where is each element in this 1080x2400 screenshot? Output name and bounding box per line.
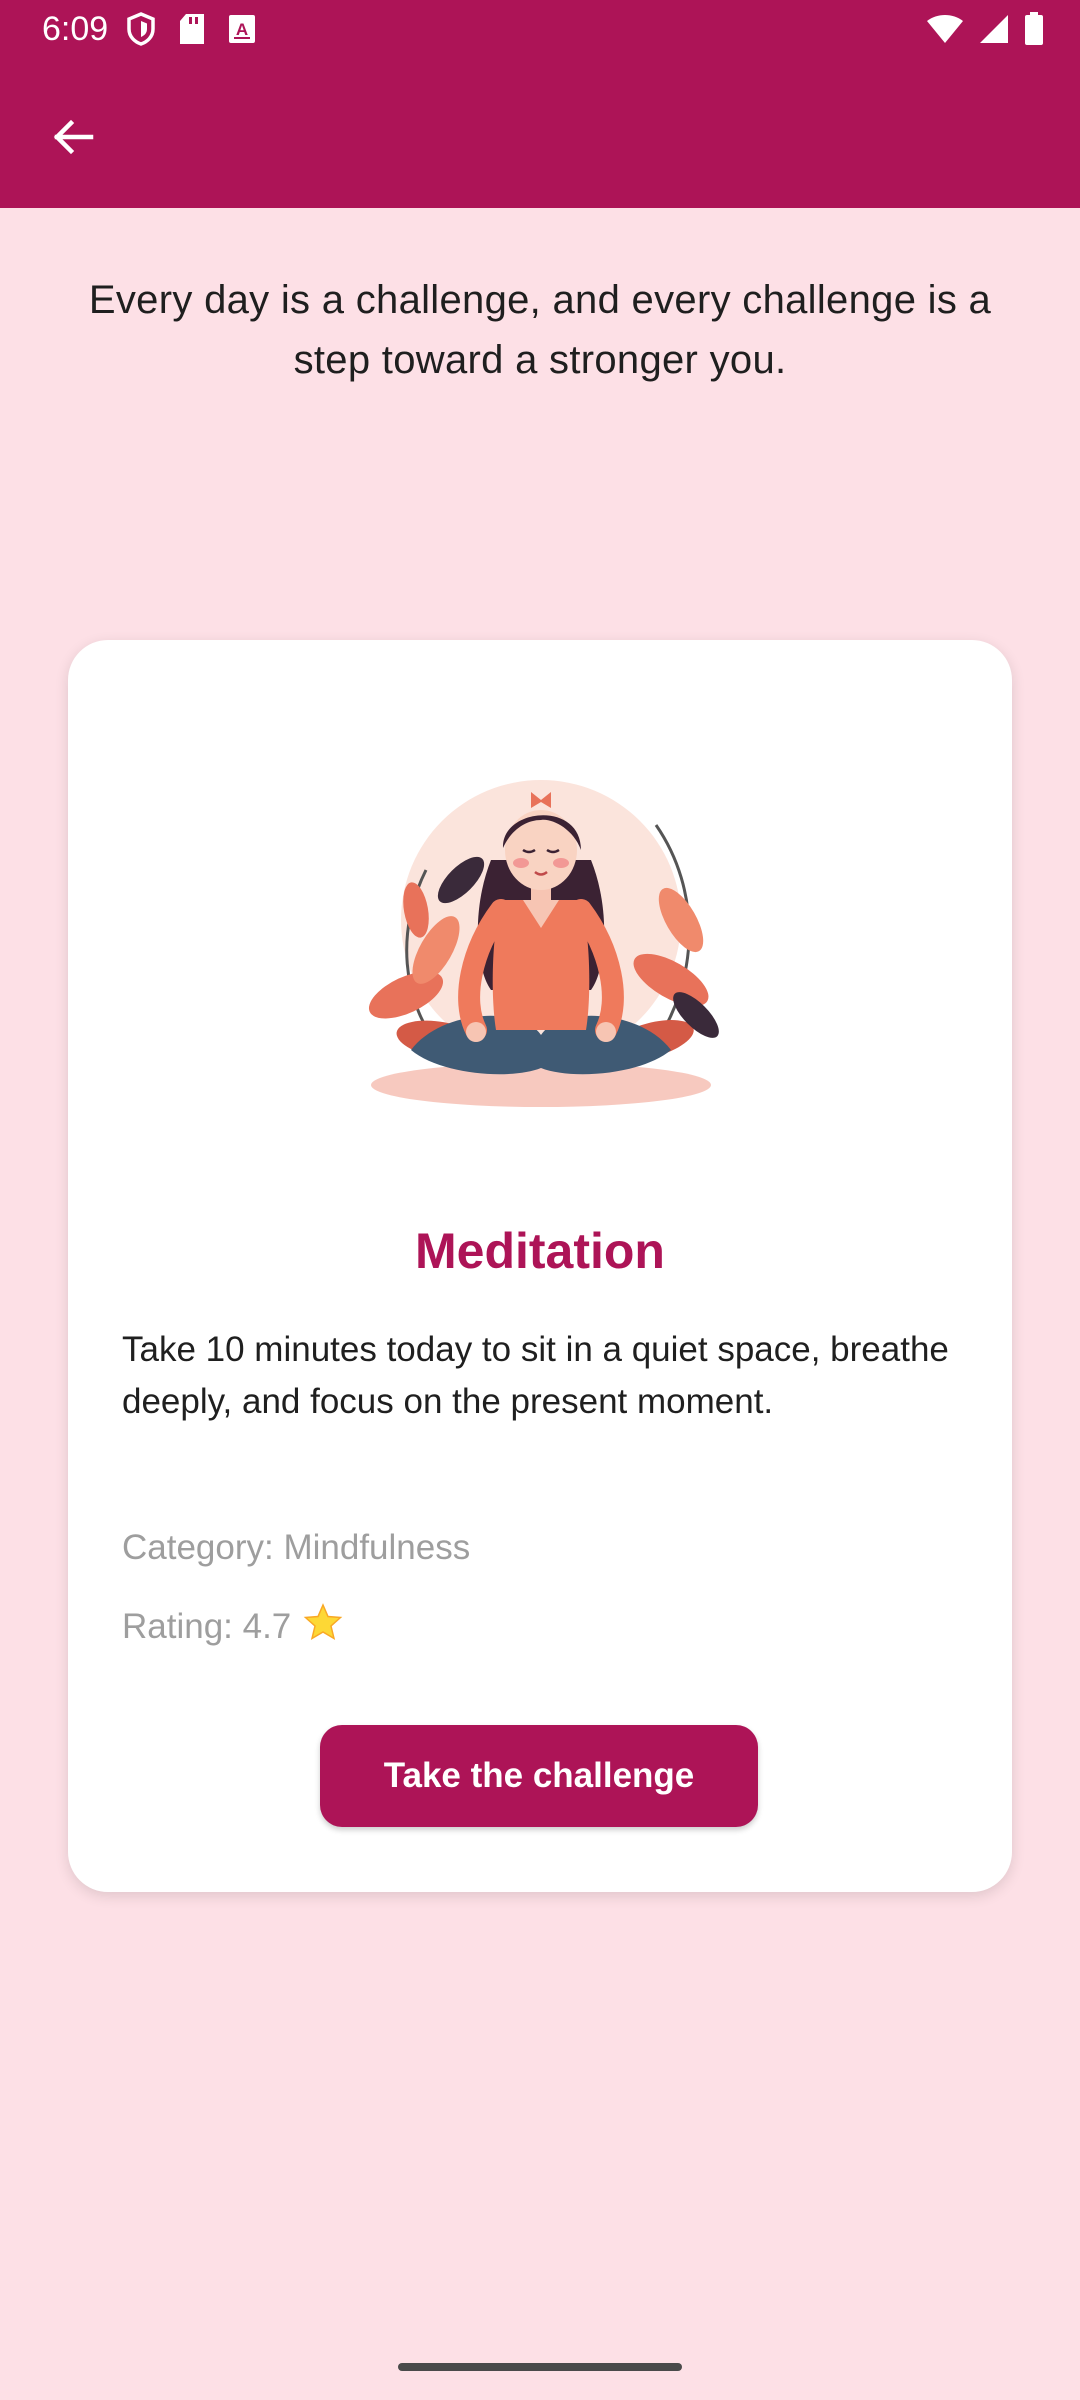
challenge-title: Meditation <box>415 1223 665 1279</box>
rating-text: Rating: 4.7 <box>122 1606 292 1646</box>
home-indicator[interactable] <box>398 2363 682 2371</box>
status-bar: 6:09 A <box>0 0 1080 62</box>
meditation-illustration <box>351 750 731 1130</box>
back-button[interactable] <box>38 104 108 174</box>
motivational-quote: Every day is a challenge, and every chal… <box>88 278 992 382</box>
signal-icon <box>978 13 1010 50</box>
challenge-rating: Rating: 4.7 <box>122 1602 343 1651</box>
status-icons-left: A <box>126 12 256 51</box>
battery-icon <box>1024 12 1044 51</box>
star-icon <box>303 1602 343 1651</box>
sd-card-icon <box>178 13 206 50</box>
arrow-left-icon <box>51 115 95 164</box>
challenge-category: Category: Mindfulness <box>122 1528 471 1567</box>
status-time: 6:09 <box>42 10 109 48</box>
wifi-icon <box>926 13 964 50</box>
app-header: 6:09 A <box>0 0 1080 208</box>
a-badge-icon: A <box>228 14 256 49</box>
svg-text:A: A <box>236 20 248 39</box>
shield-icon <box>126 12 156 51</box>
take-challenge-button[interactable]: Take the challenge <box>320 1725 758 1827</box>
challenge-card: Meditation Take 10 minutes today to sit … <box>68 640 1012 1892</box>
challenge-description: Take 10 minutes today to sit in a quiet … <box>122 1330 949 1421</box>
status-icons-right <box>926 12 1044 51</box>
